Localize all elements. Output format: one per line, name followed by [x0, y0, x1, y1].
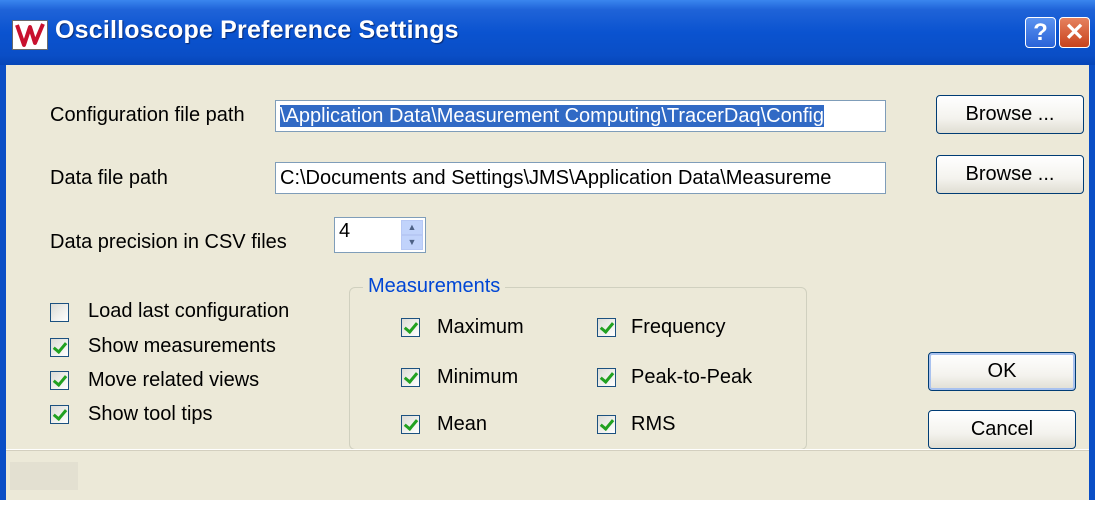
config-path-input[interactable]: \Application Data\Measurement Computing\… [275, 100, 886, 132]
title-bar[interactable]: Oscilloscope Preference Settings ? ✕ [0, 0, 1095, 65]
show-tool-tips-checkbox[interactable] [50, 405, 69, 424]
frequency-label: Frequency [631, 316, 726, 338]
peak-to-peak-label: Peak-to-Peak [631, 366, 753, 388]
minimum-label: Minimum [437, 366, 519, 388]
frequency-checkbox[interactable] [597, 318, 616, 337]
data-browse-button[interactable]: Browse ... [936, 155, 1084, 194]
load-last-config-checkbox[interactable] [50, 303, 69, 322]
move-related-views-label: Move related views [88, 369, 260, 391]
help-button[interactable]: ? [1025, 17, 1056, 48]
maximum-checkbox[interactable] [401, 318, 420, 337]
measurements-group-title: Measurements [363, 275, 506, 298]
maximum-label: Maximum [437, 316, 524, 338]
status-panel [10, 462, 78, 490]
show-tool-tips-label: Show tool tips [88, 403, 213, 425]
show-measurements-checkbox[interactable] [50, 338, 69, 357]
rms-label: RMS [631, 413, 676, 435]
data-path-value: C:\Documents and Settings\JMS\Applicatio… [280, 167, 832, 189]
data-path-label: Data file path [50, 167, 168, 189]
rms-checkbox[interactable] [597, 415, 616, 434]
config-path-label: Configuration file path [50, 104, 245, 126]
window-frame-right [1089, 65, 1095, 515]
precision-spinner[interactable]: 4 ▲ ▼ [334, 217, 426, 253]
window-title: Oscilloscope Preference Settings [55, 16, 459, 44]
close-button[interactable]: ✕ [1059, 17, 1090, 48]
mean-checkbox[interactable] [401, 415, 420, 434]
ok-button[interactable]: OK [928, 352, 1076, 391]
status-bar [6, 449, 1089, 501]
cancel-button[interactable]: Cancel [928, 410, 1076, 449]
mean-label: Mean [437, 413, 488, 435]
show-measurements-label: Show measurements [88, 335, 276, 357]
config-path-value: \Application Data\Measurement Computing\… [280, 105, 824, 127]
minimum-checkbox[interactable] [401, 368, 420, 387]
load-last-config-label: Load last configuration [88, 300, 290, 322]
spinner-down-arrow-icon[interactable]: ▼ [401, 235, 423, 250]
spinner-arrows: ▲ ▼ [401, 220, 423, 250]
spinner-up-arrow-icon[interactable]: ▲ [401, 220, 423, 235]
peak-to-peak-checkbox[interactable] [597, 368, 616, 387]
precision-value: 4 [339, 220, 351, 242]
precision-label: Data precision in CSV files [50, 231, 287, 253]
data-path-input[interactable]: C:\Documents and Settings\JMS\Applicatio… [275, 162, 886, 194]
preferences-dialog: Oscilloscope Preference Settings ? ✕ Con… [0, 0, 1095, 515]
oscilloscope-app-icon [12, 20, 48, 50]
move-related-views-checkbox[interactable] [50, 371, 69, 390]
page-background-strip [0, 500, 1095, 515]
config-browse-button[interactable]: Browse ... [936, 95, 1084, 134]
